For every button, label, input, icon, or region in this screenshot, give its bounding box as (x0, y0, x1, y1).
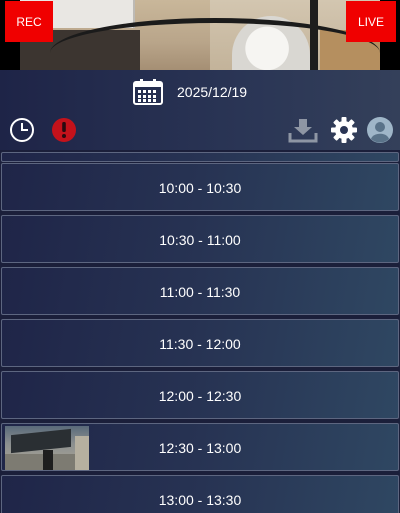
alert-icon[interactable] (51, 117, 77, 143)
time-range: 12:00 - 12:30 (158, 388, 242, 404)
time-range: 10:00 - 10:30 (158, 180, 242, 196)
gear-icon[interactable] (330, 116, 358, 144)
time-range: 11:00 - 11:30 (159, 284, 241, 300)
time-range: 12:30 - 13:00 (158, 440, 242, 456)
rec-button[interactable]: REC (5, 1, 53, 42)
avatar-icon[interactable] (366, 116, 394, 144)
live-button[interactable]: LIVE (346, 1, 396, 42)
list-item[interactable]: 13:00 - 13:30 (1, 475, 399, 513)
list-item[interactable]: 12:00 - 12:30 (1, 371, 399, 419)
clock-icon[interactable] (9, 117, 35, 143)
time-range: 10:30 - 11:00 (159, 232, 241, 248)
video-preview (0, 0, 400, 70)
list-item[interactable]: 11:00 - 11:30 (1, 267, 399, 315)
list-item[interactable]: 10:00 - 10:30 (1, 163, 399, 211)
list-item[interactable]: 10:30 - 11:00 (1, 215, 399, 263)
recording-list[interactable]: 10:00 - 10:30 10:30 - 11:00 11:00 - 11:3… (0, 150, 400, 513)
time-range: 11:30 - 12:00 (159, 336, 241, 352)
time-range: 13:00 - 13:30 (158, 492, 242, 508)
list-item[interactable]: 11:30 - 12:00 (1, 319, 399, 367)
calendar-icon[interactable] (133, 79, 163, 105)
list-item[interactable] (1, 152, 399, 162)
download-icon[interactable] (288, 117, 318, 143)
list-item[interactable]: 12:30 - 13:00 (1, 423, 399, 471)
camera-frame (20, 0, 380, 70)
selected-date[interactable]: 2025/12/19 (177, 84, 247, 100)
